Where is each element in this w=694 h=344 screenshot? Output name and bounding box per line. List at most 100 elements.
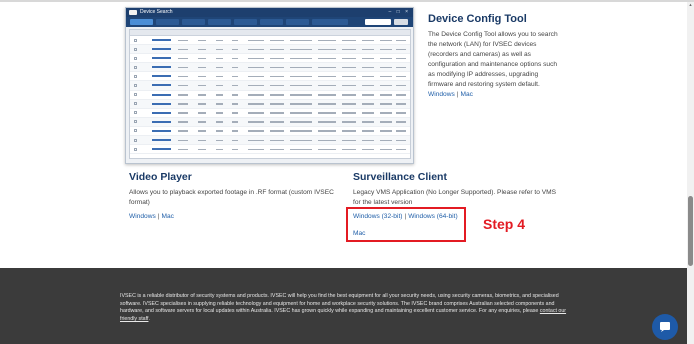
row-cell (318, 39, 336, 41)
row-cell (178, 84, 188, 87)
row-cell (290, 130, 312, 132)
row-cell (198, 112, 206, 114)
row-cell (342, 39, 356, 41)
row-cell (198, 66, 206, 69)
row-cell (290, 66, 312, 69)
chat-button[interactable] (652, 314, 678, 340)
scrollbar-track[interactable] (687, 2, 694, 344)
row-cell (216, 48, 223, 51)
row-ip-link (152, 57, 171, 60)
row-cell (270, 112, 284, 114)
row-ip-link (152, 75, 171, 78)
top-border (0, 0, 694, 2)
device-config-tool-mac-link[interactable]: Mac (460, 91, 472, 98)
device-table-row (130, 81, 410, 91)
row-cell (290, 94, 312, 96)
device-search-screenshot: Device Search – □ × (125, 7, 414, 164)
row-cell (198, 84, 206, 87)
ds-tab (312, 19, 348, 25)
row-cell (178, 103, 188, 105)
device-config-tool-windows-link[interactable]: Windows (428, 91, 455, 98)
scroll-up-arrow-icon[interactable]: ▲ (688, 2, 693, 8)
window-controls-icon: – □ × (388, 9, 410, 15)
ds-tab (208, 19, 231, 25)
row-ip-link (152, 39, 171, 41)
row-cell (178, 139, 188, 142)
row-cell (198, 48, 206, 51)
row-cell (362, 103, 374, 105)
surveillance-client-windows-64-link[interactable]: Windows (64-bit) (408, 213, 457, 220)
row-cell (216, 103, 223, 105)
row-ip-link (152, 66, 171, 69)
row-cell (290, 103, 312, 105)
device-table-row (130, 127, 410, 137)
device-table-row (130, 117, 410, 127)
row-cell (248, 84, 264, 87)
separator: | (157, 213, 160, 220)
row-cell (290, 121, 312, 123)
row-cell (270, 66, 284, 69)
video-player-windows-link[interactable]: Windows (129, 213, 156, 220)
row-cell (318, 139, 336, 142)
row-cell (232, 130, 238, 132)
row-cell (232, 121, 238, 123)
row-cell (362, 139, 374, 142)
device-search-titlebar: Device Search – □ × (126, 8, 413, 17)
row-checkbox (134, 111, 137, 115)
scrollbar-thumb[interactable] (688, 196, 693, 266)
device-config-tool-description: The Device Config Tool allows you to sea… (428, 31, 558, 89)
device-config-tool-links: Windows | Mac (428, 91, 473, 98)
ds-tab (260, 19, 283, 25)
row-cell (290, 48, 312, 51)
page: Device Search – □ × Device Config Tool T… (0, 0, 694, 344)
row-ip-link (152, 148, 171, 151)
row-cell (216, 112, 223, 114)
surveillance-client-mac-link[interactable]: Mac (353, 230, 365, 237)
row-cell (380, 75, 392, 78)
row-cell (396, 130, 406, 132)
row-cell (248, 57, 264, 60)
row-cell (396, 139, 406, 142)
surveillance-client-mac-row: Mac (353, 230, 365, 237)
row-cell (216, 139, 223, 142)
row-cell (362, 39, 374, 41)
row-cell (380, 48, 392, 51)
row-cell (270, 48, 284, 51)
row-cell (178, 94, 188, 96)
row-cell (270, 57, 284, 60)
row-cell (396, 103, 406, 105)
row-cell (396, 75, 406, 78)
row-cell (216, 84, 223, 87)
row-cell (270, 84, 284, 87)
row-cell (248, 94, 264, 96)
surveillance-client-links: Windows (32-bit) | Windows (64-bit) (353, 213, 458, 220)
video-player-mac-link[interactable]: Mac (161, 213, 173, 220)
row-cell (342, 139, 356, 142)
device-table (129, 29, 411, 159)
row-cell (198, 57, 206, 60)
ds-tab (286, 19, 309, 25)
row-checkbox (134, 74, 137, 78)
row-ip-link (152, 48, 171, 51)
row-checkbox (134, 102, 137, 106)
row-cell (380, 66, 392, 69)
row-cell (216, 66, 223, 69)
device-table-row (130, 63, 410, 73)
row-cell (178, 112, 188, 114)
row-cell (396, 66, 406, 69)
row-cell (380, 84, 392, 87)
row-cell (270, 75, 284, 78)
row-checkbox (134, 56, 137, 60)
row-cell (178, 39, 188, 41)
row-cell (248, 75, 264, 78)
row-cell (270, 148, 284, 151)
surveillance-client-windows-32-link[interactable]: Windows (32-bit) (353, 213, 402, 220)
row-checkbox (134, 47, 137, 51)
row-ip-link (152, 120, 171, 123)
row-cell (232, 112, 238, 114)
row-cell (396, 39, 406, 41)
row-cell (342, 94, 356, 96)
row-cell (342, 121, 356, 123)
ds-filter-button (394, 19, 408, 25)
row-cell (362, 48, 374, 51)
